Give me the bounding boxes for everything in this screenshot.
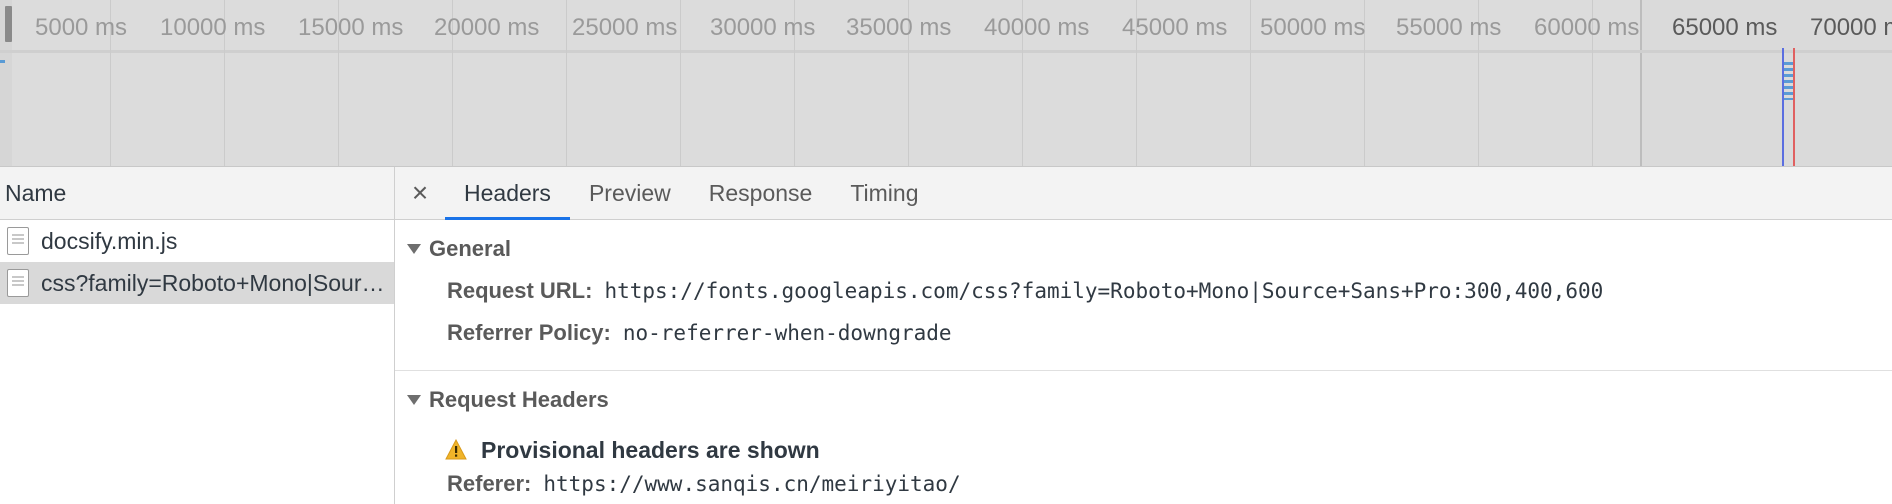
request-detail-panel: × Headers Preview Response Timing Genera… <box>395 167 1892 504</box>
header-key: Referer: <box>447 471 532 496</box>
timeline-overview[interactable]: 5000 ms 10000 ms 15000 ms 20000 ms 25000… <box>0 0 1892 167</box>
tick-label: 5000 ms <box>35 14 128 41</box>
close-icon[interactable]: × <box>395 167 445 219</box>
request-headers-section-toggle[interactable]: Request Headers <box>395 371 1892 429</box>
tick-label: 25000 ms <box>572 14 678 41</box>
section-title: General <box>429 236 511 261</box>
grid-line <box>680 0 681 166</box>
header-key: Referrer Policy: <box>447 320 611 345</box>
tab-response[interactable]: Response <box>690 167 832 219</box>
header-key: Request URL: <box>447 278 593 303</box>
tab-timing[interactable]: Timing <box>831 167 937 219</box>
request-bars <box>1784 62 1793 100</box>
name-column-header[interactable]: Name <box>0 167 394 220</box>
tick-label: 50000 ms <box>1260 14 1366 41</box>
tab-preview[interactable]: Preview <box>570 167 690 219</box>
request-headers-section: Request Headers Provisional headers are … <box>395 371 1892 504</box>
request-name: css?family=Roboto+Mono|Source+Sans+Pro:3… <box>41 269 386 296</box>
request-row-selected[interactable]: css?family=Roboto+Mono|Source+Sans+Pro:3… <box>0 262 394 304</box>
document-file-icon <box>7 269 29 297</box>
tab-headers[interactable]: Headers <box>445 167 570 220</box>
request-bar-marker <box>0 60 5 63</box>
request-row[interactable]: docsify.min.js <box>0 220 394 262</box>
tick-label: 15000 ms <box>298 14 404 41</box>
grid-line <box>1250 0 1251 166</box>
tick-label: 35000 ms <box>846 14 952 41</box>
warning-icon <box>445 439 467 460</box>
tick-label: 30000 ms <box>710 14 816 41</box>
section-title: Request Headers <box>429 387 609 412</box>
load-event-marker <box>1793 48 1795 166</box>
triangle-down-icon <box>407 395 421 405</box>
grid-line <box>566 0 567 166</box>
referrer-policy-row: Referrer Policy: no-referrer-when-downgr… <box>395 320 1892 362</box>
provisional-warning: Provisional headers are shown <box>395 429 1892 471</box>
header-value: https://www.sanqis.cn/meiriyitao/ <box>543 472 961 496</box>
general-section-toggle[interactable]: General <box>395 220 1892 278</box>
tick-label: 60000 ms <box>1534 14 1640 41</box>
request-url-row: Request URL: https://fonts.googleapis.co… <box>395 278 1892 320</box>
tick-label: 20000 ms <box>434 14 540 41</box>
triangle-down-icon <box>407 244 421 254</box>
tick-label: 55000 ms <box>1396 14 1502 41</box>
tick-label: 10000 ms <box>160 14 266 41</box>
tick-label: 70000 ms <box>1810 14 1892 41</box>
header-value: https://fonts.googleapis.com/css?family=… <box>604 279 1604 303</box>
tick-label: 45000 ms <box>1122 14 1228 41</box>
document-file-icon <box>7 227 29 255</box>
request-list-panel: Name docsify.min.js css?family=Roboto+Mo… <box>0 167 395 504</box>
request-name: docsify.min.js <box>41 227 178 254</box>
referer-row: Referer: https://www.sanqis.cn/meiriyita… <box>395 471 1892 504</box>
detail-tabbar: × Headers Preview Response Timing <box>395 167 1892 220</box>
tick-label: 40000 ms <box>984 14 1090 41</box>
tick-label: 65000 ms <box>1672 14 1778 41</box>
general-section: General Request URL: https://fonts.googl… <box>395 220 1892 371</box>
warning-text: Provisional headers are shown <box>481 436 820 463</box>
header-value: no-referrer-when-downgrade <box>622 321 952 345</box>
